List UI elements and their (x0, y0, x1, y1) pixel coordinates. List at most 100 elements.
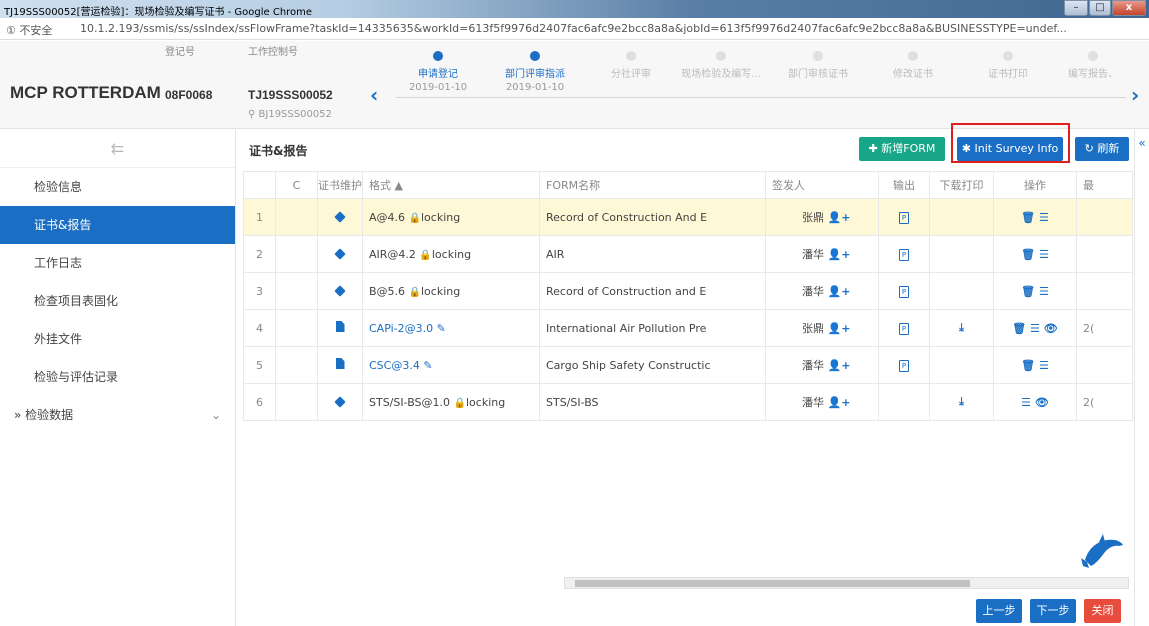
operations-icons[interactable]: 🗑 ☰ (993, 346, 1077, 384)
progress-step[interactable]: 现场检验及编写... (673, 51, 769, 82)
sidebar-item[interactable]: 检验信息 (0, 168, 235, 206)
table-row[interactable]: 3 B@5.6 🔒locking Record of Construction an… (243, 272, 1133, 310)
cert-maintain-cell[interactable] (317, 272, 363, 310)
row-checkbox[interactable] (275, 272, 318, 310)
close-button[interactable]: 关闭 (1084, 599, 1121, 623)
table-row[interactable]: 1 A@4.6 🔒locking Record of Construction An… (243, 198, 1133, 236)
format-value[interactable]: CAPi-2@3.0 (369, 322, 433, 335)
extra-cell: 2( (1076, 309, 1133, 347)
operations-icons[interactable]: 🗑 ☰ (993, 272, 1077, 310)
tag-icon[interactable] (334, 284, 346, 297)
security-label[interactable]: ① 不安全 (6, 22, 52, 38)
download-cell (929, 235, 994, 273)
cert-maintain-cell[interactable] (317, 198, 363, 236)
cert-maintain-cell[interactable] (317, 235, 363, 273)
row-checkbox[interactable] (275, 198, 318, 236)
refresh-button[interactable]: ↻ 刷新 (1075, 137, 1129, 161)
prev-step-button[interactable]: 上一步 (976, 599, 1022, 623)
add-form-button[interactable]: ✚ 新增FORM (859, 137, 945, 161)
operations-icons[interactable]: ☰ 👁 (993, 383, 1077, 421)
row-checkbox[interactable] (275, 346, 318, 384)
sidebar-group-inspection-data[interactable]: » 检验数据 ⌄ (0, 396, 235, 434)
table-row[interactable]: 2 AIR@4.2 🔒locking AIR 潘华 👤+ P 🗑 ☰ (243, 235, 1133, 273)
table-row[interactable]: 5 CSC@3.4 ✎ Cargo Ship Safety Constructic 潘… (243, 346, 1133, 384)
sidebar-item[interactable]: 检查项目表固化 (0, 282, 235, 320)
add-person-icon[interactable]: 👤+ (828, 396, 851, 409)
horizontal-scrollbar[interactable] (564, 577, 1129, 589)
cert-maintain-cell[interactable] (317, 383, 363, 421)
progress-step[interactable]: 证书打印 (960, 51, 1056, 82)
pdf-icon[interactable]: P (899, 249, 909, 261)
progress-step[interactable]: 编写报告、 (1045, 51, 1141, 82)
scrollbar-thumb[interactable] (575, 580, 970, 587)
row-checkbox[interactable] (275, 235, 318, 273)
edit-icon[interactable]: ✎ (423, 359, 432, 372)
add-person-icon[interactable]: 👤+ (828, 211, 851, 224)
cert-maintain-cell[interactable] (317, 346, 363, 384)
sidebar-item[interactable]: 检验与评估记录 (0, 358, 235, 396)
column-header: 下载打印 (929, 171, 994, 199)
download-icon[interactable]: ⤓ (959, 321, 964, 334)
row-checkbox[interactable] (275, 309, 318, 347)
sidebar-collapse-icon[interactable]: ⇇ (0, 130, 235, 168)
operations-icons[interactable]: 🗑 ☰ (993, 198, 1077, 236)
pdf-icon[interactable]: P (899, 286, 909, 298)
add-person-icon[interactable]: 👤+ (828, 322, 851, 335)
url-text[interactable]: 10.1.2.193/ssmis/ss/ssIndex/ssFlowFrame?… (80, 22, 1146, 35)
step-date: 2019-01-10 (408, 82, 468, 93)
row-checkbox[interactable] (275, 383, 318, 421)
close-window-button[interactable]: x (1112, 0, 1146, 16)
right-collapse-icon[interactable]: « (1134, 130, 1149, 626)
download-cell: ⤓ (929, 309, 994, 347)
progress-step[interactable]: 分社评审 (583, 51, 679, 82)
asterisk-icon: ✱ (961, 142, 972, 155)
sidebar-item[interactable]: 证书&报告 (0, 206, 235, 244)
progress-step[interactable]: 部门审核证书 (770, 51, 866, 82)
steps-next-icon[interactable]: › (1131, 83, 1139, 107)
steps-prev-icon[interactable]: ‹ (370, 83, 378, 107)
file-icon[interactable] (335, 358, 345, 369)
operations-icons[interactable]: 🗑 ☰ (993, 235, 1077, 273)
init-survey-info-button[interactable]: ✱ Init Survey Info (957, 137, 1063, 161)
sidebar-item[interactable]: 工作日志 (0, 244, 235, 282)
add-person-icon[interactable]: 👤+ (828, 285, 851, 298)
edit-icon[interactable]: ✎ (437, 322, 446, 335)
operations-icons[interactable]: 🗑 ☰ 👁 (993, 309, 1077, 347)
cert-maintain-cell[interactable] (317, 309, 363, 347)
row-number: 4 (243, 309, 276, 347)
progress-step[interactable]: 修改证书 (865, 51, 961, 82)
file-icon[interactable] (335, 321, 345, 332)
row-number: 6 (243, 383, 276, 421)
step-label: 申请登记 (418, 69, 458, 80)
add-person-icon[interactable]: 👤+ (828, 359, 851, 372)
format-cell: A@4.6 🔒locking (362, 198, 540, 236)
extra-cell (1076, 272, 1133, 310)
step-dot-icon (813, 51, 823, 61)
pdf-icon[interactable]: P (899, 323, 909, 335)
download-cell (929, 272, 994, 310)
sidebar-item[interactable]: 外挂文件 (0, 320, 235, 358)
download-icon[interactable]: ⤓ (959, 395, 964, 408)
table-header-row: C 证书维护 格式 ▲ FORM名称 签发人 输出 下载打印 操作最 (243, 171, 1133, 199)
tag-icon[interactable] (334, 247, 346, 260)
table-row[interactable]: 6 STS/SI-BS@1.0 🔒locking STS/SI-BS 潘华 👤+ ⤓ ☰ … (243, 383, 1133, 421)
output-cell: P (878, 346, 930, 384)
format-value[interactable]: CSC@3.4 (369, 359, 420, 372)
maximize-button[interactable]: □ (1089, 0, 1111, 16)
progress-step[interactable]: 申请登记 2019-01-10 (390, 51, 486, 93)
reg-label: 登记号 (165, 47, 195, 58)
add-person-icon[interactable]: 👤+ (828, 248, 851, 261)
address-bar[interactable]: ① 不安全 10.1.2.193/ssmis/ss/ssIndex/ssFlow… (0, 18, 1149, 40)
minimize-button[interactable]: – (1064, 0, 1088, 16)
output-cell (878, 383, 930, 421)
table-row[interactable]: 4 CAPi-2@3.0 ✎ International Air Pollution… (243, 309, 1133, 347)
refresh-icon: ↻ (1084, 142, 1094, 155)
next-step-button[interactable]: 下一步 (1030, 599, 1076, 623)
tag-icon[interactable] (334, 210, 346, 223)
format-cell: B@5.6 🔒locking (362, 272, 540, 310)
pdf-icon[interactable]: P (899, 360, 909, 372)
pdf-icon[interactable]: P (899, 212, 909, 224)
column-header[interactable]: 格式 ▲ (362, 171, 540, 199)
tag-icon[interactable] (334, 395, 346, 408)
progress-step[interactable]: 部门评审指派 2019-01-10 (487, 51, 583, 93)
